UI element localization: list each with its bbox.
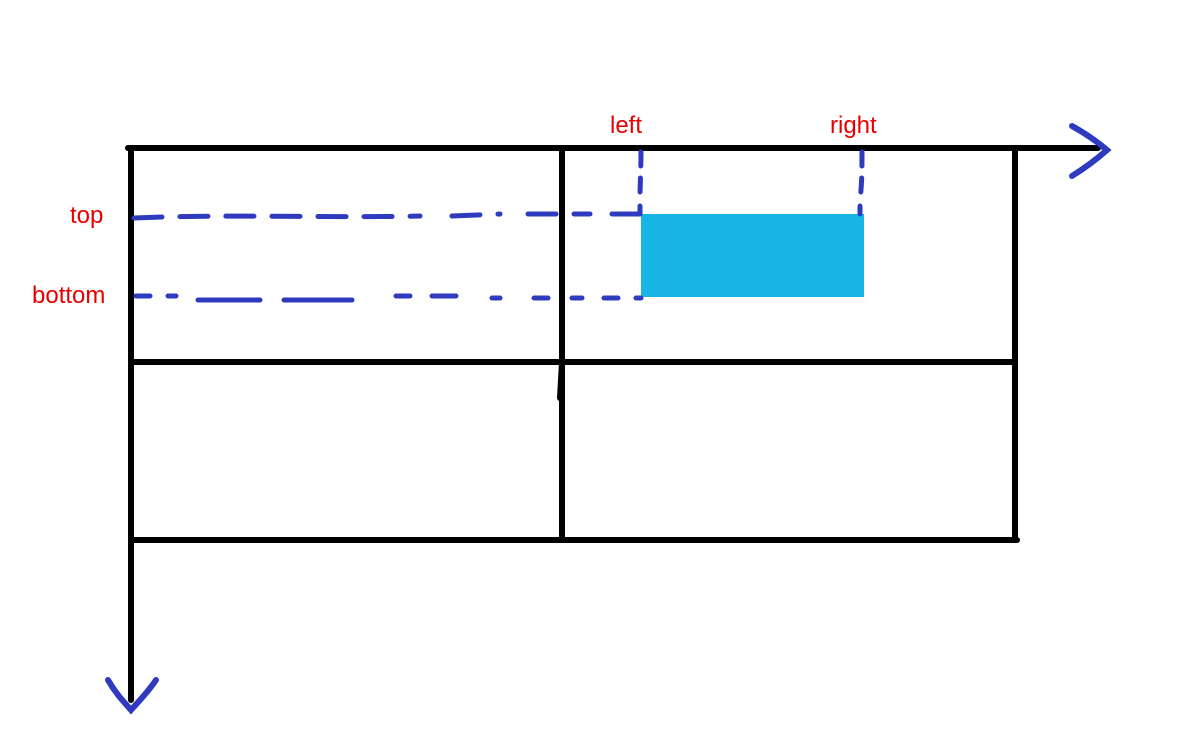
label-left: left	[610, 112, 642, 140]
label-bottom: bottom	[32, 282, 105, 310]
sketch-nub	[560, 362, 562, 398]
label-top: top	[70, 202, 103, 230]
guide-right	[860, 152, 862, 214]
guide-left	[640, 152, 641, 214]
diagram-svg	[0, 0, 1188, 747]
label-right: right	[830, 112, 877, 140]
guide-bottom	[136, 296, 641, 300]
grid-lines	[128, 148, 1098, 700]
target-rect	[641, 214, 864, 297]
diagram-canvas: left right top bottom	[0, 0, 1188, 747]
